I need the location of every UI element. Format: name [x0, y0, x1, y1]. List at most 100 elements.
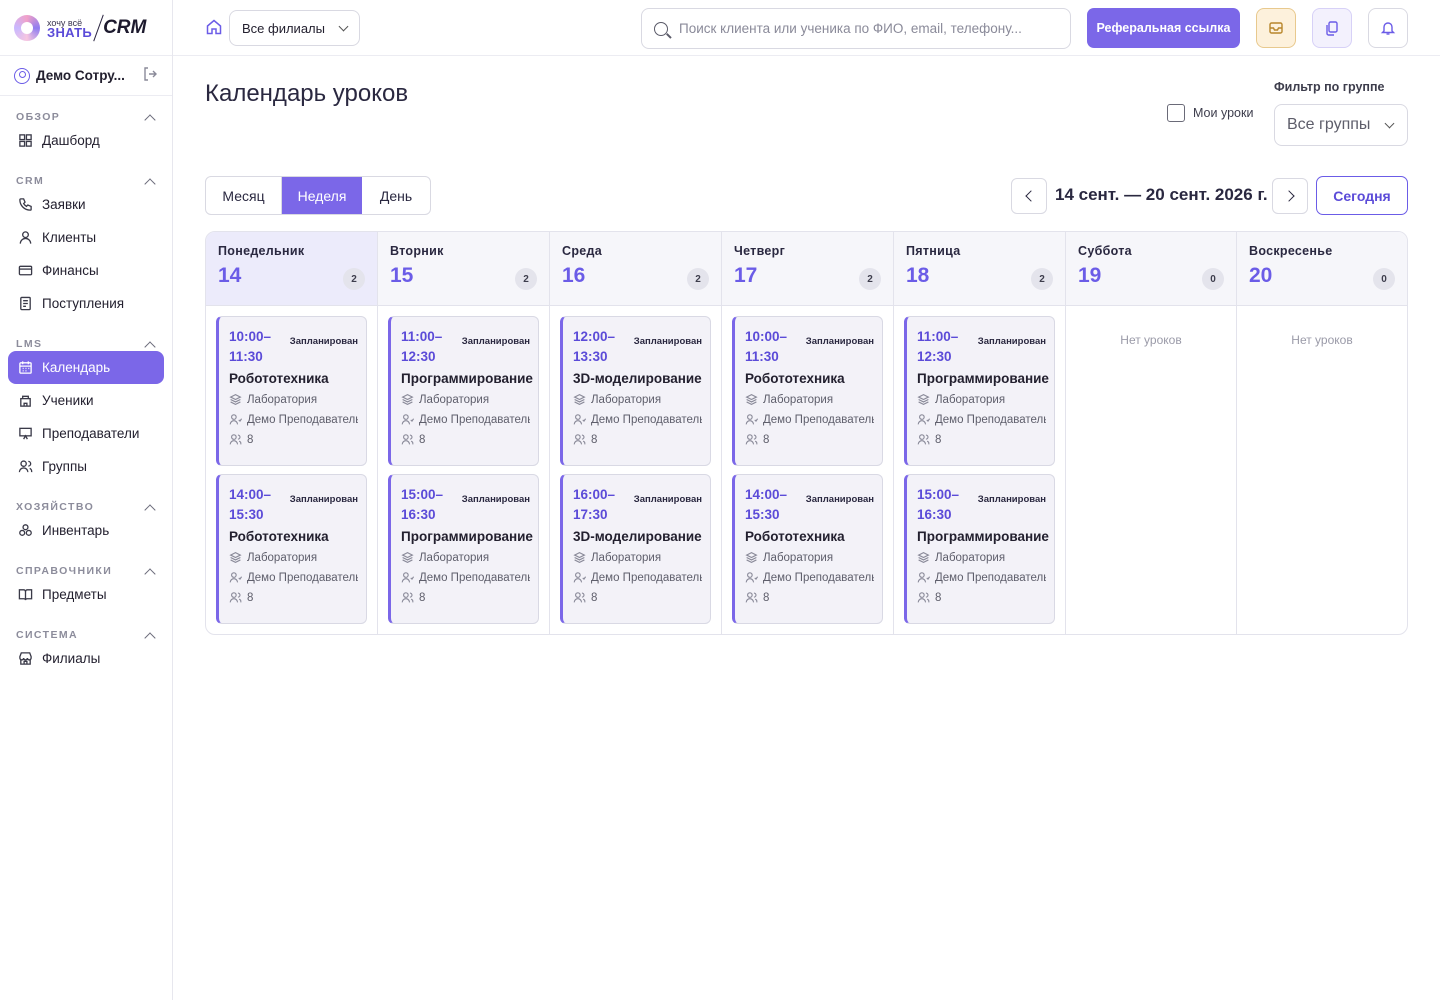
branch-select[interactable]: Все филиалы: [229, 10, 360, 46]
nav-section-header[interactable]: СПРАВОЧНИКИ: [0, 564, 172, 580]
nav-section-header[interactable]: LMS: [0, 337, 172, 353]
week-calendar: Понедельник 14 2 10:00– 11:30 Запланирован Ро…: [205, 231, 1408, 635]
next-week-button[interactable]: [1272, 178, 1308, 214]
phone-icon: [17, 197, 33, 213]
tab-day[interactable]: День: [362, 177, 430, 214]
day-header[interactable]: Пятница 18 2: [894, 232, 1065, 306]
home-icon[interactable]: [205, 18, 223, 36]
day-name: Пятница: [906, 244, 961, 258]
day-header[interactable]: Вторник 15 2: [378, 232, 549, 306]
page-title: Календарь уроков: [205, 80, 409, 107]
sidebar-item-label: Календарь: [42, 360, 111, 375]
tab-week[interactable]: Неделя: [282, 177, 362, 214]
sidebar-item[interactable]: Календарь: [8, 351, 164, 384]
day-header[interactable]: Воскресенье 20 0: [1237, 232, 1407, 306]
sidebar-item[interactable]: Ученики: [8, 384, 164, 417]
sidebar-item[interactable]: Преподаватели: [8, 417, 164, 450]
lesson-room-row: Лаборатория: [401, 393, 530, 406]
lesson-card[interactable]: 14:00– 15:30 Запланирован Робототехника Лаб…: [732, 474, 883, 624]
prev-week-button[interactable]: [1011, 178, 1047, 214]
today-button[interactable]: Сегодня: [1316, 176, 1408, 215]
lesson-status: Запланирован: [977, 336, 1046, 347]
lesson-subject: Программирование: [401, 529, 533, 544]
lesson-teacher: Демо Преподаватель: [419, 413, 530, 426]
group-filter-value: Все группы: [1287, 116, 1371, 133]
inventory-icon: [17, 523, 33, 539]
lesson-status: Запланирован: [805, 494, 874, 505]
day-header[interactable]: Понедельник 14 2: [206, 232, 377, 306]
lesson-card[interactable]: 11:00– 12:30 Запланирован Программирование…: [904, 316, 1055, 466]
day-header[interactable]: Среда 16 2: [550, 232, 721, 306]
search-box[interactable]: [641, 8, 1071, 49]
no-lessons-text: Нет уроков: [1291, 333, 1353, 347]
lesson-time: 14:00– 15:30: [229, 487, 272, 522]
lesson-card[interactable]: 10:00– 11:30 Запланирован Робототехника Лаб…: [216, 316, 367, 466]
day-header[interactable]: Четверг 17 2: [722, 232, 893, 306]
lesson-room: Лаборатория: [935, 551, 1006, 564]
lesson-teacher: Демо Преподаватель: [419, 571, 530, 584]
lesson-card[interactable]: 12:00– 13:30 Запланирован 3D-моделирование…: [560, 316, 711, 466]
day-body: 10:00– 11:30 Запланирован Робототехника Лаб…: [206, 306, 377, 634]
tab-month[interactable]: Месяц: [206, 177, 282, 214]
chevron-right-icon: [1282, 190, 1295, 202]
lesson-card[interactable]: 11:00– 12:30 Запланирован Программирование…: [388, 316, 539, 466]
lesson-status: Запланирован: [461, 336, 530, 347]
sidebar-item[interactable]: Дашборд: [8, 124, 164, 157]
layers-icon: [573, 551, 586, 564]
day-name: Суббота: [1078, 244, 1132, 258]
lesson-teacher: Демо Преподаватель: [247, 571, 358, 584]
lesson-students-row: 8: [917, 433, 1046, 446]
receipt-icon: [17, 296, 33, 312]
sidebar-item-label: Заявки: [42, 197, 86, 212]
day-name: Понедельник: [218, 244, 305, 258]
lesson-time: 11:00– 12:30: [917, 329, 959, 364]
sidebar-item[interactable]: Филиалы: [8, 642, 164, 675]
notifications-button[interactable]: [1368, 8, 1408, 48]
current-user[interactable]: Демо Сотру...: [0, 56, 172, 96]
layers-icon: [229, 393, 242, 406]
lesson-card[interactable]: 10:00– 11:30 Запланирован Робототехника Лаб…: [732, 316, 883, 466]
logout-icon[interactable]: [142, 66, 158, 86]
nav-section-header[interactable]: ОБЗОР: [0, 110, 172, 126]
lesson-card[interactable]: 14:00– 15:30 Запланирован Робототехника Лаб…: [216, 474, 367, 624]
sidebar-item[interactable]: Поступления: [8, 287, 164, 320]
my-lessons-checkbox[interactable]: [1167, 104, 1185, 122]
sidebar-item[interactable]: Заявки: [8, 188, 164, 221]
nav-section-header[interactable]: CRM: [0, 174, 172, 190]
mail-button[interactable]: [1256, 8, 1296, 48]
day-column: Вторник 15 2 11:00– 12:30 Запланирован Програ…: [378, 232, 550, 634]
documents-icon: [1326, 21, 1338, 36]
users-icon: [745, 433, 758, 446]
lesson-card[interactable]: 16:00– 17:30 Запланирован 3D-моделирование…: [560, 474, 711, 624]
lesson-room-row: Лаборатория: [745, 551, 874, 564]
nav-section-4: СПРАВОЧНИКИ Предметы: [0, 564, 172, 611]
sidebar-item[interactable]: Инвентарь: [8, 514, 164, 547]
nav-section-header[interactable]: ХОЗЯЙСТВО: [0, 500, 172, 516]
day-body: 11:00– 12:30 Запланирован Программирование…: [378, 306, 549, 634]
search-icon: [654, 21, 668, 36]
nav-section-0: ОБЗОР Дашборд: [0, 110, 172, 157]
lesson-students-row: 8: [745, 591, 874, 604]
layers-icon: [745, 393, 758, 406]
sidebar-item[interactable]: Предметы: [8, 578, 164, 611]
lesson-students: 8: [763, 433, 770, 446]
day-header[interactable]: Суббота 19 0: [1066, 232, 1236, 306]
sidebar-item[interactable]: Клиенты: [8, 221, 164, 254]
app-logo[interactable]: хочу всё ЗНАТЬ CRM: [0, 0, 172, 56]
lesson-room: Лаборатория: [591, 393, 662, 406]
my-lessons-toggle[interactable]: Мои уроки: [1167, 104, 1253, 122]
documents-button[interactable]: [1312, 8, 1352, 48]
sidebar-item[interactable]: Финансы: [8, 254, 164, 287]
group-filter-select[interactable]: Все группы: [1274, 104, 1408, 146]
lesson-card[interactable]: 15:00– 16:30 Запланирован Программирование…: [904, 474, 1055, 624]
lesson-students-row: 8: [401, 591, 530, 604]
lesson-room-row: Лаборатория: [401, 551, 530, 564]
sidebar: хочу всё ЗНАТЬ CRM Демо Сотру... ОБЗОР Да…: [0, 0, 173, 1000]
referral-link-button[interactable]: Реферальная ссылка: [1087, 8, 1240, 48]
nav-section-header[interactable]: СИСТЕМА: [0, 628, 172, 644]
lesson-students: 8: [935, 591, 942, 604]
search-input[interactable]: [679, 21, 1039, 36]
sidebar-item[interactable]: Группы: [8, 450, 164, 483]
lesson-card[interactable]: 15:00– 16:30 Запланирован Программирование…: [388, 474, 539, 624]
lesson-status: Запланирован: [461, 494, 530, 505]
